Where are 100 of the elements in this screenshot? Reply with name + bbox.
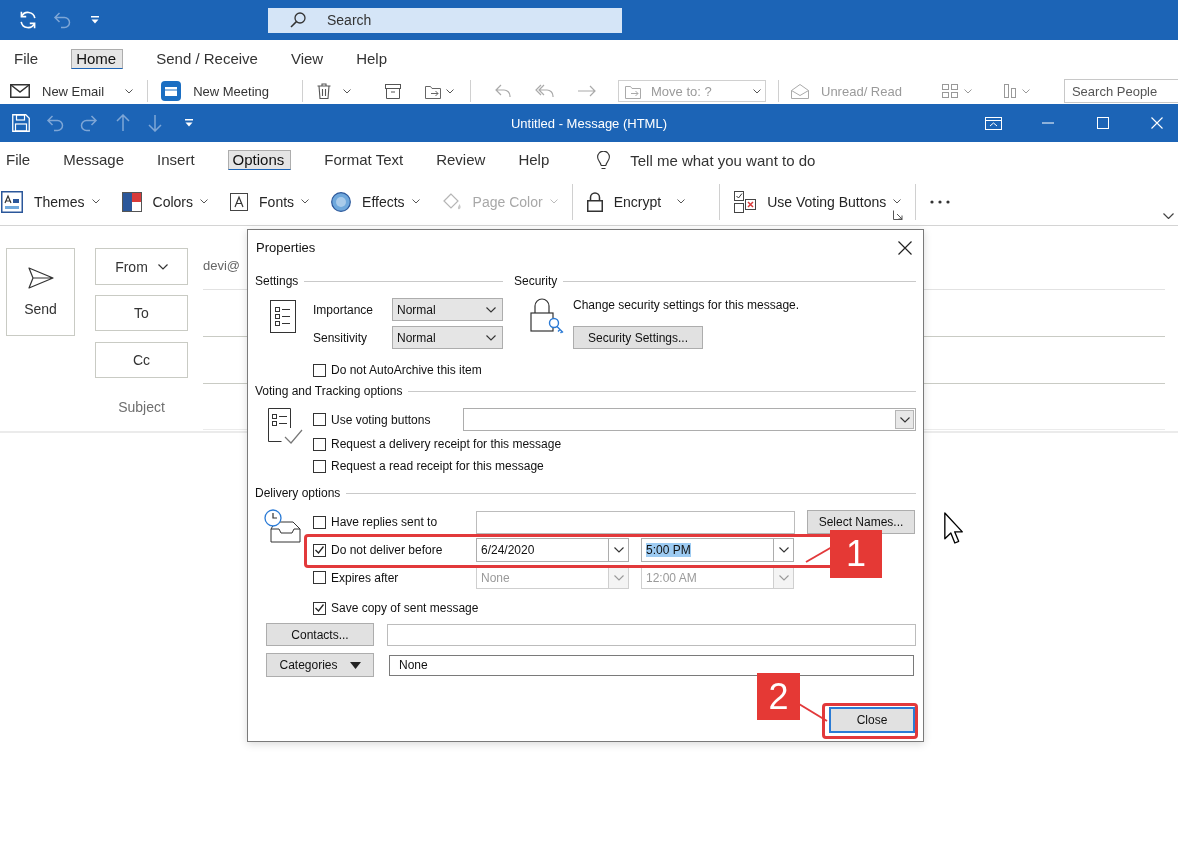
customize-caret-icon[interactable] [90, 16, 100, 24]
chevron-down-icon [613, 547, 624, 553]
security-settings-button[interactable]: Security Settings... [573, 326, 703, 349]
ribbon-tab[interactable]: Send / Receive [156, 47, 258, 71]
checkbox[interactable] [313, 601, 326, 615]
checkbox-label[interactable]: Use voting buttons [331, 412, 431, 427]
dropdown-button[interactable] [895, 410, 914, 429]
date-field[interactable]: 6/24/2020 [476, 538, 609, 562]
dialog-title: Properties [256, 240, 316, 255]
dropdown-button[interactable] [774, 566, 794, 589]
checkbox[interactable] [313, 363, 326, 377]
sensitivity-select[interactable]: Normal [392, 326, 503, 349]
more-options-icon[interactable] [930, 199, 951, 204]
clock-tray-icon [264, 509, 301, 543]
to-button[interactable]: To [95, 295, 188, 331]
chevron-down-icon[interactable] [1163, 213, 1174, 219]
subject-label: Subject [117, 399, 166, 415]
callout-line [805, 546, 833, 563]
ribbon-tab[interactable]: File [14, 47, 39, 71]
save-icon[interactable] [12, 114, 30, 132]
checkbox-label[interactable]: Save copy of sent message [331, 601, 479, 615]
dropdown-button[interactable] [609, 566, 629, 589]
importance-select[interactable]: Normal [392, 298, 503, 321]
calendar-icon [161, 81, 182, 101]
from-button[interactable]: From [95, 248, 188, 285]
checkbox[interactable] [313, 459, 326, 473]
checkbox-label[interactable]: Do not AutoArchive this item [331, 363, 482, 377]
reply-address-field[interactable] [476, 510, 795, 534]
checkbox-label[interactable]: Request a delivery receipt for this message [331, 437, 562, 451]
chevron-down-icon [778, 574, 789, 581]
caret-icon [200, 199, 209, 204]
ribbon-tab[interactable]: Help [356, 47, 388, 71]
caret-icon [343, 88, 351, 94]
field-label: Importance [313, 301, 375, 319]
checkbox[interactable] [313, 437, 326, 451]
send-button[interactable]: Send [6, 248, 75, 336]
send-icon [27, 267, 54, 289]
ribbon-dropdown-button[interactable]: Encrypt [584, 186, 688, 217]
ribbon-tab[interactable]: Message [63, 148, 125, 172]
ribbon-tab[interactable]: View [290, 47, 324, 71]
ribbon-tab[interactable]: Insert [157, 148, 195, 172]
ribbon-tab[interactable]: Options [227, 150, 292, 170]
checkbox-list-icon [734, 190, 757, 213]
callout-line [798, 703, 828, 722]
ribbon-tab[interactable]: Help [518, 148, 550, 172]
caret-icon [893, 199, 902, 204]
cc-button[interactable]: Cc [95, 342, 188, 378]
ribbon-dropdown-button[interactable]: Use Voting Buttons [732, 186, 904, 217]
chevron-down-icon [486, 306, 496, 313]
ribbon-tab[interactable]: File [6, 148, 31, 172]
chevron-down-icon [486, 334, 496, 341]
tell-me-search[interactable]: Tell me what you want to do [597, 150, 816, 170]
ribbon-dropdown-button[interactable]: Effects [329, 186, 422, 217]
customize-caret-icon[interactable] [184, 119, 194, 127]
time-field[interactable]: 5:00 PM [641, 538, 774, 562]
lightbulb-icon [597, 150, 611, 170]
folder-arrow-icon[interactable] [425, 83, 441, 99]
close-button[interactable]: Close [829, 707, 915, 733]
checkmark-icon [315, 604, 324, 612]
new-meeting-button[interactable]: New Meeting [161, 81, 269, 101]
contacts-field[interactable] [387, 623, 916, 646]
ribbon-tab[interactable]: Format Text [324, 148, 404, 172]
new-email-button[interactable]: New Email [10, 83, 134, 99]
search-field[interactable]: Search [268, 7, 622, 33]
checkbox[interactable] [313, 413, 326, 426]
lock-key-icon [530, 296, 564, 334]
columns-icon[interactable] [1003, 84, 1016, 98]
search-people-field[interactable]: Search People [1063, 79, 1178, 103]
ribbon-dropdown-button[interactable]: Fonts [228, 186, 312, 217]
archive-icon[interactable] [385, 83, 401, 99]
lock-icon [586, 191, 603, 212]
ribbon-tab[interactable]: Review [436, 148, 486, 172]
checkbox[interactable] [313, 515, 326, 529]
checkbox-label[interactable]: Do not deliver before [331, 543, 443, 557]
envelope-icon [10, 84, 30, 98]
checkbox-label[interactable]: Request a read receipt for this message [331, 459, 544, 473]
section-heading: Delivery options [255, 486, 341, 500]
checkbox-label[interactable]: Have replies sent to [331, 515, 438, 529]
ribbon-display-options-icon[interactable] [985, 116, 1002, 130]
dialog-launcher-icon[interactable] [893, 210, 904, 220]
maximize-icon[interactable] [1097, 117, 1109, 129]
search-icon [290, 12, 306, 28]
list-icon [270, 300, 296, 333]
ribbon-tab[interactable]: Home [71, 49, 124, 69]
open-envelope-icon [791, 83, 809, 99]
caret-icon [125, 88, 134, 94]
categories-button[interactable]: Categories [266, 653, 374, 677]
caret-icon [753, 88, 761, 94]
select-names-button[interactable]: Select Names... [807, 510, 915, 534]
categories-field[interactable]: None [389, 654, 914, 676]
grid-icon[interactable] [941, 84, 958, 98]
close-icon[interactable] [898, 240, 912, 255]
checklist-icon [268, 408, 303, 445]
ribbon-dropdown-button[interactable]: Colors [119, 186, 211, 217]
ribbon-dropdown-button[interactable]: Themes [0, 186, 102, 217]
trash-icon[interactable] [317, 83, 331, 99]
sync-icon[interactable] [18, 10, 38, 30]
caret-icon [549, 199, 558, 204]
checkbox[interactable] [313, 543, 326, 557]
contacts-button[interactable]: Contacts... [266, 623, 374, 646]
